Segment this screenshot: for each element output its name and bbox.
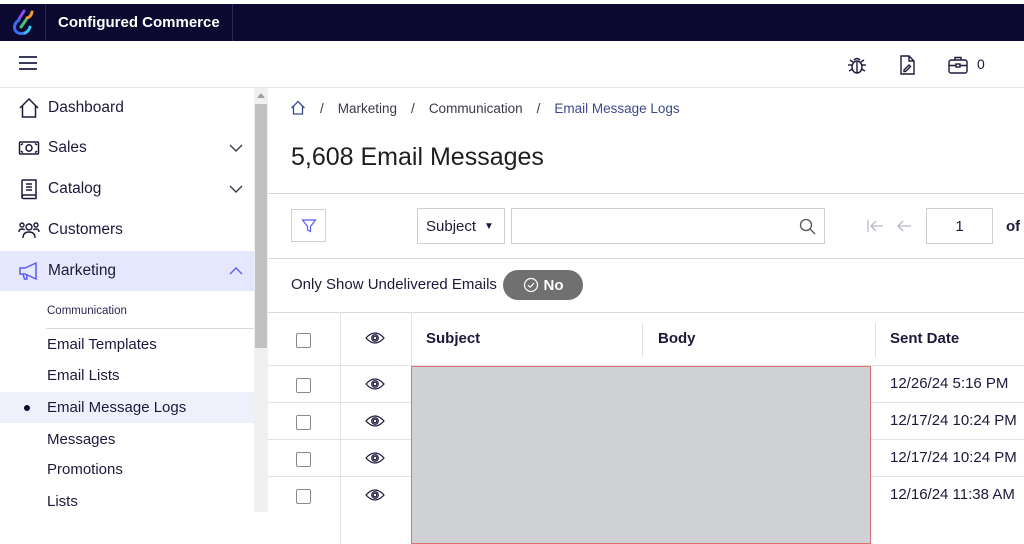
sidebar-item-label: Sales	[48, 139, 87, 156]
sidebar-subitem-label: Promotions	[47, 461, 123, 478]
search-field-value: Subject	[426, 217, 477, 235]
divider	[268, 193, 1024, 194]
home-icon[interactable]	[290, 100, 306, 116]
breadcrumb: / Marketing / Communication / Email Mess…	[290, 98, 680, 118]
undelivered-filter-label: Only Show Undelivered Emails	[291, 276, 497, 293]
megaphone-icon	[19, 261, 37, 281]
caret-down-icon: ▼	[484, 220, 494, 232]
cell-sent-date: 12/16/24 11:38 AM	[890, 486, 1015, 503]
column-header-body[interactable]: Body	[658, 330, 696, 347]
filter-icon	[300, 218, 317, 232]
cart-count: 0	[977, 56, 985, 72]
column-divider	[642, 323, 643, 357]
sidebar-item-customers[interactable]: Customers	[0, 210, 254, 250]
bug-icon[interactable]	[846, 54, 868, 76]
page-title: 5,608 Email Messages	[291, 143, 544, 171]
sidebar-subitem-messages[interactable]: Messages	[0, 424, 254, 455]
breadcrumb-current: Email Message Logs	[554, 100, 680, 116]
money-icon	[18, 141, 40, 155]
optimizely-logo-icon	[12, 9, 33, 35]
row-checkbox[interactable]	[296, 489, 311, 504]
eye-icon[interactable]	[365, 488, 385, 502]
sidebar-subitem-label: Email Lists	[47, 367, 120, 384]
first-page-icon[interactable]	[866, 218, 884, 234]
scrollbar-thumb[interactable]	[255, 104, 267, 348]
chevron-down-icon	[229, 185, 243, 193]
sidebar-subitem-email-lists[interactable]: Email Lists	[0, 360, 254, 391]
breadcrumb-separator: /	[320, 100, 324, 116]
sidebar-subitem-promotions[interactable]: Promotions	[0, 454, 254, 485]
home-icon	[19, 97, 39, 118]
sidebar-subitem-label: Email Templates	[47, 336, 157, 353]
check-circle-icon	[523, 277, 538, 293]
table-header: Subject Body Sent Date	[268, 312, 1024, 366]
search-field-select[interactable]: Subject ▼	[417, 208, 505, 244]
eye-icon[interactable]	[365, 331, 385, 345]
sidebar-subitem-label: Lists	[47, 493, 78, 510]
brand-name: Configured Commerce	[46, 4, 233, 41]
breadcrumb-separator: /	[536, 100, 541, 116]
briefcase-icon[interactable]	[947, 54, 969, 76]
page-number-input[interactable]	[927, 209, 992, 243]
sidebar-item-label: Catalog	[48, 180, 102, 197]
sidebar-subitem-email-templates[interactable]: Email Templates	[0, 329, 254, 360]
top-navbar: Configured Commerce	[0, 4, 1024, 41]
sidebar: Dashboard Sales Catalog Customers Market…	[0, 88, 254, 512]
cell-sent-date: 12/26/24 5:16 PM	[890, 375, 1009, 392]
hamburger-icon[interactable]	[19, 56, 37, 70]
sidebar-item-marketing[interactable]: Marketing	[0, 251, 254, 291]
breadcrumb-marketing[interactable]: Marketing	[338, 101, 397, 116]
column-divider	[411, 312, 412, 366]
breadcrumb-communication[interactable]: Communication	[429, 101, 523, 116]
undelivered-toggle[interactable]: No	[503, 270, 583, 300]
breadcrumb-separator: /	[411, 100, 415, 116]
previous-page-icon[interactable]	[895, 218, 913, 234]
search-box	[511, 208, 825, 244]
search-icon[interactable]	[799, 218, 816, 235]
sidebar-item-label: Marketing	[48, 262, 117, 279]
page-of-label: of	[1006, 218, 1021, 235]
sidebar-item-catalog[interactable]: Catalog	[0, 169, 254, 209]
main-content: / Marketing / Communication / Email Mess…	[268, 88, 1024, 544]
sidebar-subitem-label: Messages	[47, 431, 116, 448]
eye-icon[interactable]	[365, 377, 385, 391]
chevron-down-icon	[229, 144, 243, 152]
book-icon	[21, 179, 37, 200]
column-header-subject[interactable]: Subject	[426, 330, 480, 347]
scroll-up-arrow-icon[interactable]	[257, 93, 265, 98]
eye-icon[interactable]	[365, 414, 385, 428]
sidebar-subitem-lists[interactable]: Lists	[0, 486, 254, 517]
sidebar-subitem-email-message-logs[interactable]: Email Message Logs	[0, 392, 254, 423]
sidebar-item-label: Customers	[48, 221, 123, 238]
page-number-box	[926, 208, 993, 244]
edit-document-icon[interactable]	[896, 54, 918, 76]
row-checkbox[interactable]	[296, 378, 311, 393]
row-checkbox[interactable]	[296, 415, 311, 430]
active-bullet-icon	[24, 405, 30, 411]
sidebar-subitem-label: Email Message Logs	[47, 399, 187, 416]
column-divider	[875, 323, 876, 357]
redacted-content-block	[411, 366, 871, 544]
search-input[interactable]	[512, 209, 792, 243]
cell-sent-date: 12/17/24 10:24 PM	[890, 412, 1017, 429]
divider	[268, 258, 1024, 259]
logo[interactable]	[0, 4, 46, 41]
cell-sent-date: 12/17/24 10:24 PM	[890, 449, 1017, 466]
people-icon	[18, 222, 40, 239]
row-checkbox[interactable]	[296, 452, 311, 467]
chevron-up-icon	[229, 267, 243, 275]
section-label-communication: Communication	[47, 305, 127, 317]
toolbar-bar: 0	[0, 41, 1024, 88]
select-all-checkbox[interactable]	[296, 333, 311, 348]
sidebar-scrollbar[interactable]	[254, 88, 268, 512]
sidebar-item-dashboard[interactable]: Dashboard	[0, 88, 254, 128]
eye-icon[interactable]	[365, 451, 385, 465]
sidebar-item-sales[interactable]: Sales	[0, 128, 254, 168]
filter-button[interactable]	[291, 209, 326, 242]
sidebar-item-label: Dashboard	[48, 99, 124, 116]
column-header-sent-date[interactable]: Sent Date	[890, 330, 959, 347]
toggle-value: No	[543, 276, 564, 294]
